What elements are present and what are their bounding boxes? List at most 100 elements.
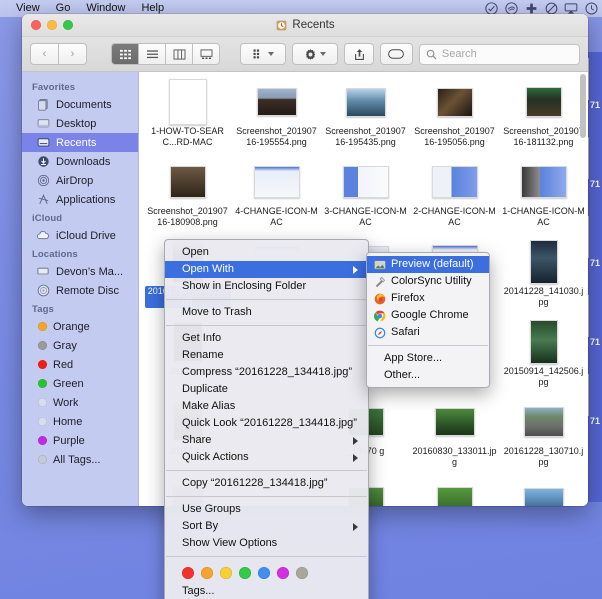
maximize-button[interactable] xyxy=(63,20,73,30)
sidebar-item-applications[interactable]: Applications xyxy=(22,190,138,209)
menu-item-other[interactable]: Other... xyxy=(367,367,489,384)
file-item[interactable]: 20150914_142506.jpg xyxy=(499,320,588,400)
menu-item-share[interactable]: Share xyxy=(165,432,368,449)
column-view-button[interactable] xyxy=(166,43,193,65)
file-item[interactable] xyxy=(499,480,588,506)
search-field[interactable]: Search xyxy=(418,43,581,65)
sidebar-item-label: Devon’s Ma... xyxy=(56,265,124,278)
share-button[interactable] xyxy=(344,43,375,65)
back-button[interactable]: ‹ xyxy=(30,43,59,65)
tag-swatch-red[interactable] xyxy=(182,567,194,579)
sidebar-item-downloads[interactable]: Downloads xyxy=(22,152,138,171)
menu-item-preview-default[interactable]: Preview (default) xyxy=(367,256,489,273)
menu-item-make-alias[interactable]: Make Alias xyxy=(165,398,368,415)
sidebar-item-desktop[interactable]: Desktop xyxy=(22,114,138,133)
file-item[interactable]: Screenshot_20190716-181132.png xyxy=(499,80,588,160)
sidebar-item-icloud-drive[interactable]: iCloud Drive xyxy=(22,226,138,245)
file-item[interactable]: 1-CHANGE-ICON-MAC xyxy=(499,160,588,240)
sidebar-item-airdrop[interactable]: AirDrop xyxy=(22,171,138,190)
file-item[interactable]: Screenshot_20190716-195435.png xyxy=(321,80,410,160)
window-title-bar[interactable]: Recents xyxy=(22,14,588,37)
sidebar-tag-orange[interactable]: Orange xyxy=(22,317,138,336)
file-label: 1-HOW-TO-SEARC...RD-MAC xyxy=(151,126,224,147)
file-label: 3-CHANGE-ICON-MAC xyxy=(324,206,407,227)
gallery-view-button[interactable] xyxy=(193,43,220,65)
file-item[interactable] xyxy=(410,480,499,506)
menu-item-open-with[interactable]: Open With xyxy=(165,261,368,278)
sidebar-tag-work[interactable]: Work xyxy=(22,393,138,412)
menu-item-label: Google Chrome xyxy=(391,309,469,321)
file-item[interactable]: 1-HOW-TO-SEARC...RD-MAC xyxy=(143,79,232,160)
menu-item-copy-20161228-134418-jpg[interactable]: Copy “20161228_134418.jpg” xyxy=(165,475,368,492)
sidebar-item-recents[interactable]: Recents xyxy=(22,133,138,152)
file-item[interactable]: 2-CHANGE-ICON-MAC xyxy=(410,160,499,240)
vertical-scrollbar[interactable] xyxy=(579,74,587,504)
file-item[interactable]: Screenshot_20190716-195056.png xyxy=(410,80,499,160)
menu-item-duplicate[interactable]: Duplicate xyxy=(165,381,368,398)
tag-swatch-gray[interactable] xyxy=(296,567,308,579)
menu-item-sort-by[interactable]: Sort By xyxy=(165,518,368,535)
menu-item-app-store[interactable]: App Store... xyxy=(367,350,489,367)
thumbnail-image xyxy=(431,166,478,198)
action-gear-button[interactable] xyxy=(292,43,338,65)
sidebar-tag-all-tags[interactable]: All Tags... xyxy=(22,450,138,469)
menu-item-label: Preview (default) xyxy=(391,258,474,270)
tag-swatch-blue[interactable] xyxy=(258,567,270,579)
group-by-button[interactable] xyxy=(240,43,286,65)
sidebar-tag-purple[interactable]: Purple xyxy=(22,431,138,450)
menu-item-safari[interactable]: Safari xyxy=(367,324,489,341)
file-item[interactable]: 4-CHANGE-ICON-MAC xyxy=(232,160,321,240)
scrollbar-thumb[interactable] xyxy=(580,74,586,138)
sidebar-item-remote-disc[interactable]: Remote Disc xyxy=(22,281,138,300)
icon-view-button[interactable] xyxy=(111,43,139,65)
file-item[interactable]: 20161228_130710.jpg xyxy=(499,400,588,480)
sidebar-item-label: Recents xyxy=(56,136,97,149)
menu-item-compress-20161228-134418-jpg[interactable]: Compress “20161228_134418.jpg” xyxy=(165,364,368,381)
file-item[interactable]: 20160830_133011.jpg xyxy=(410,400,499,480)
file-item[interactable]: 20141228_141030.jpg xyxy=(499,240,588,320)
menu-item-label: Other... xyxy=(384,369,421,381)
tag-swatch-yellow[interactable] xyxy=(220,567,232,579)
menu-item-colorsync-utility[interactable]: ColorSync Utility xyxy=(367,273,489,290)
sidebar-tag-green[interactable]: Green xyxy=(22,374,138,393)
sidebar-item-documents[interactable]: Documents xyxy=(22,95,138,114)
minimize-button[interactable] xyxy=(47,20,57,30)
file-item[interactable]: Screenshot_20190716-195554.png xyxy=(232,80,321,160)
file-label: 20160830_133011.jpg xyxy=(412,446,497,467)
tag-swatch-purple[interactable] xyxy=(277,567,289,579)
menu-item-open[interactable]: Open xyxy=(165,244,368,261)
context-menu[interactable]: Open Open With Show in Enclosing Folder Mov… xyxy=(164,239,369,599)
menu-item-quick-look-20161228-134418-jpg[interactable]: Quick Look “20161228_134418.jpg” xyxy=(165,415,368,432)
menu-item-label: Show View Options xyxy=(182,537,278,549)
forward-button[interactable]: › xyxy=(59,43,87,65)
share-icon xyxy=(354,48,364,60)
file-item[interactable]: Screenshot_20190716-180908.png xyxy=(143,160,232,240)
menu-item-use-groups[interactable]: Use Groups xyxy=(165,501,368,518)
tag-swatch-orange[interactable] xyxy=(201,567,213,579)
file-item[interactable]: 3-CHANGE-ICON-MAC xyxy=(321,160,410,240)
thumbnail-image xyxy=(169,166,206,198)
menu-item-google-chrome[interactable]: Google Chrome xyxy=(367,307,489,324)
menu-item-show-in-enclosing-folder[interactable]: Show in Enclosing Folder xyxy=(165,278,368,295)
sidebar-tag-red[interactable]: Red xyxy=(22,355,138,374)
menu-item-get-info[interactable]: Get Info xyxy=(165,330,368,347)
tag-swatch-green[interactable] xyxy=(239,567,251,579)
menu-item-firefox[interactable]: Firefox xyxy=(367,290,489,307)
file-thumbnail xyxy=(521,320,567,364)
close-button[interactable] xyxy=(31,20,41,30)
sidebar-tag-gray[interactable]: Gray xyxy=(22,336,138,355)
sidebar-item-devons-mac[interactable]: Devon’s Ma... xyxy=(22,262,138,281)
menu-item-label: Safari xyxy=(391,326,420,338)
menu-item-show-view-options[interactable]: Show View Options xyxy=(165,535,368,552)
menu-item-move-to-trash[interactable]: Move to Trash xyxy=(165,304,368,321)
sidebar-item-label: Gray xyxy=(53,339,77,352)
menu-item-rename[interactable]: Rename xyxy=(165,347,368,364)
menu-item-tags[interactable]: Tags... xyxy=(165,583,368,599)
tag-button[interactable] xyxy=(380,43,413,65)
file-thumbnail xyxy=(431,162,478,202)
sidebar-tag-home[interactable]: Home xyxy=(22,412,138,431)
menu-item-quick-actions[interactable]: Quick Actions xyxy=(165,449,368,466)
open-with-submenu[interactable]: Preview (default) ColorSync Utility Firefo… xyxy=(366,252,490,388)
submenu-arrow-icon xyxy=(353,265,358,274)
list-view-button[interactable] xyxy=(139,43,166,65)
